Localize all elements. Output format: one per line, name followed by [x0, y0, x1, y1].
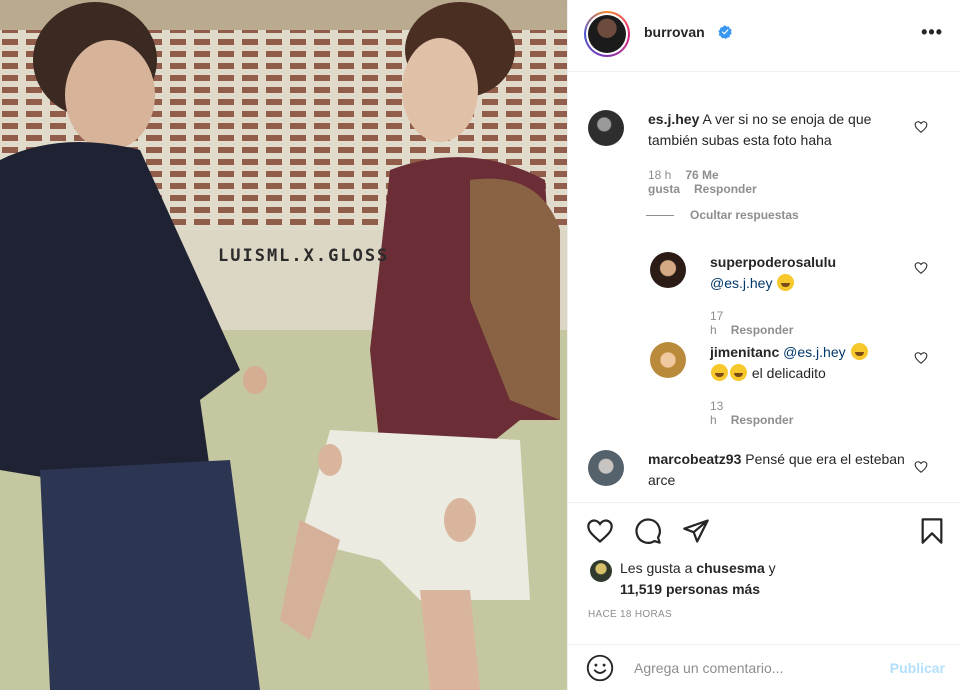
author-username[interactable]: burrovan [644, 24, 705, 40]
post-actions: Les gusta a chusesma y 11,519 personas m… [568, 502, 960, 622]
post-side-panel: burrovan ••• es.j.hey A ver si no se eno… [567, 0, 960, 690]
reply-time[interactable]: 17 h [710, 309, 723, 337]
reply-username[interactable]: jimenitanc [710, 344, 779, 360]
photo-illustration [0, 0, 567, 690]
comment-input[interactable]: Agrega un comentario... [634, 660, 783, 676]
verified-badge-icon [718, 25, 732, 39]
like-reply-heart-icon[interactable] [914, 351, 928, 365]
post-photo[interactable]: LUISML.X.GLOSS [0, 0, 567, 690]
reply-time[interactable]: 13 h [710, 399, 723, 427]
reply-button[interactable]: Responder [694, 182, 757, 196]
commenter-avatar[interactable] [588, 110, 624, 146]
comment-username[interactable]: marcobeatz93 [648, 451, 741, 467]
like-comment-heart-icon[interactable] [914, 120, 928, 134]
photo-watermark: LUISML.X.GLOSS [218, 246, 390, 266]
reply-avatar[interactable] [650, 342, 686, 378]
reply-text: el delicadito [751, 365, 826, 381]
comment-meta: 18 h 76 Me gusta Responder [648, 168, 771, 196]
reply-avatar[interactable] [650, 252, 686, 288]
emoji-smiley-icon[interactable] [586, 654, 614, 682]
publish-button[interactable]: Publicar [890, 660, 945, 676]
reply-mention[interactable]: @es.j.hey [710, 275, 772, 291]
reply-username[interactable]: superpoderosalulu [710, 254, 836, 270]
laughing-emoji-icon [777, 274, 795, 291]
likes-summary[interactable]: Les gusta a chusesma y 11,519 personas m… [620, 558, 776, 600]
reply-mention[interactable]: @es.j.hey [783, 344, 845, 360]
save-bookmark-icon[interactable] [918, 517, 946, 545]
more-options-icon[interactable]: ••• [921, 22, 943, 43]
likes-joiner: y [768, 560, 776, 576]
likes-prefix: Les gusta a [620, 560, 693, 576]
liker-avatar[interactable] [590, 560, 612, 582]
reply-button[interactable]: Responder [731, 323, 794, 337]
hide-replies-button[interactable]: Ocultar respuestas [646, 208, 799, 222]
add-comment-bar: Agrega un comentario... Publicar [568, 644, 960, 690]
hide-replies-label: Ocultar respuestas [690, 208, 799, 222]
reply-meta: 17 h Responder [710, 309, 807, 337]
reply-meta: 13 h Responder [710, 399, 807, 427]
comment-username[interactable]: es.j.hey [648, 111, 699, 127]
like-heart-icon[interactable] [586, 517, 614, 545]
reply-button[interactable]: Responder [731, 413, 794, 427]
comment-bubble-icon[interactable] [634, 517, 662, 545]
like-comment-heart-icon[interactable] [914, 460, 928, 474]
commenter-avatar[interactable] [588, 450, 624, 486]
share-paper-plane-icon[interactable] [682, 517, 710, 545]
rolling-laughing-emoji-icon [711, 364, 728, 381]
likes-user[interactable]: chusesma [696, 560, 764, 576]
author-avatar[interactable] [584, 11, 630, 57]
post-header: burrovan ••• [568, 0, 960, 72]
likes-count[interactable]: 11,519 personas más [620, 581, 760, 597]
like-reply-heart-icon[interactable] [914, 261, 928, 275]
comment-time[interactable]: 18 h [648, 168, 671, 182]
rolling-laughing-emoji-icon [730, 364, 747, 381]
scrolled-comment-stub [648, 72, 651, 78]
comments-list[interactable]: es.j.hey A ver si no se enoja de que tam… [568, 72, 960, 502]
rolling-laughing-emoji-icon [850, 343, 868, 360]
post-timestamp[interactable]: HACE 18 HORAS [588, 609, 672, 620]
